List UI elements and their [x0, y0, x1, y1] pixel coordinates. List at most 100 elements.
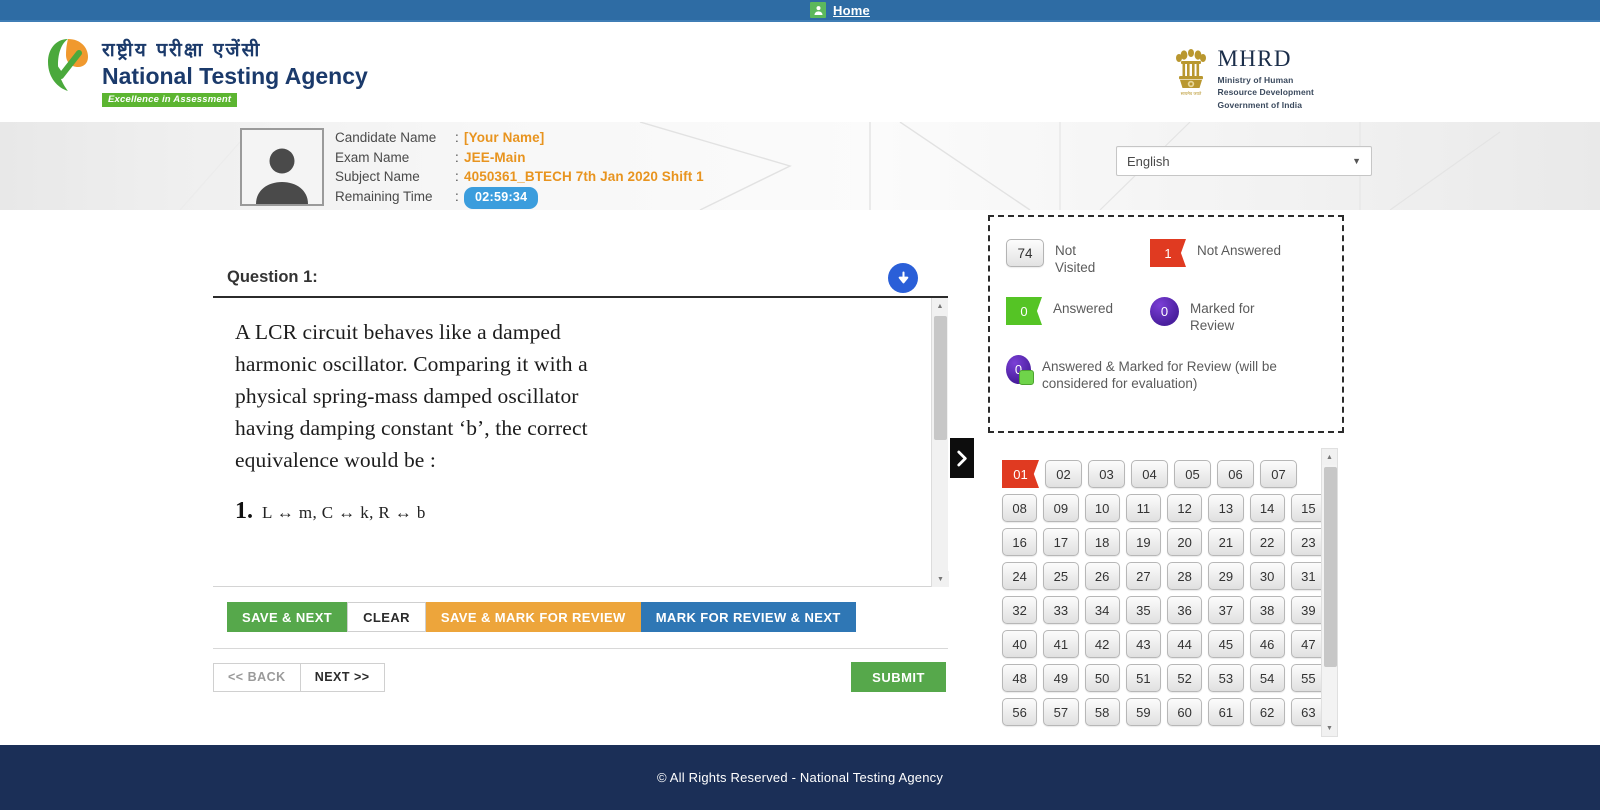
candidate-row: Exam Name : JEE-Main: [335, 148, 704, 168]
question-number-button-38[interactable]: 38: [1249, 596, 1285, 624]
question-number-button-29[interactable]: 29: [1208, 562, 1244, 590]
colon: :: [455, 130, 459, 145]
question-number-button-10[interactable]: 10: [1084, 494, 1120, 522]
question-number-button-42[interactable]: 42: [1084, 630, 1120, 658]
question-number-button-43[interactable]: 43: [1125, 630, 1161, 658]
question-number-button-58[interactable]: 58: [1084, 698, 1120, 726]
question-number-button-34[interactable]: 34: [1084, 596, 1120, 624]
question-number-button-46[interactable]: 46: [1249, 630, 1285, 658]
question-number-button-37[interactable]: 37: [1208, 596, 1244, 624]
mhrd-line-1: Ministry of Human: [1217, 75, 1294, 85]
mhrd-title: MHRD: [1217, 46, 1292, 71]
question-number-button-12[interactable]: 12: [1167, 494, 1203, 522]
question-number-button-21[interactable]: 21: [1208, 528, 1244, 556]
next-button[interactable]: NEXT >>: [299, 662, 385, 692]
question-number-button-08[interactable]: 08: [1002, 494, 1038, 522]
scroll-up-arrow-icon[interactable]: ▲: [932, 298, 948, 314]
question-number-button-48[interactable]: 48: [1002, 664, 1038, 692]
question-palette: 01 02 03 04 05 06 07 08 09 10 11 12 13 14 15 16 17 18 19 20…: [1000, 448, 1344, 737]
subject-name-label: Subject Name: [335, 169, 420, 184]
save-and-next-button[interactable]: SAVE & NEXT: [227, 602, 348, 632]
question-number-button-17[interactable]: 17: [1043, 528, 1079, 556]
not-answered-badge: 1: [1150, 239, 1186, 267]
india-emblem-icon: सत्यमेव जयते: [1173, 46, 1209, 100]
question-number-button-41[interactable]: 41: [1043, 630, 1079, 658]
question-number-button-62[interactable]: 62: [1249, 698, 1285, 726]
option-item[interactable]: 1. L ↔ m, C ↔ k, R ↔ b: [235, 498, 908, 525]
question-number-button-06[interactable]: 06: [1217, 460, 1254, 488]
question-number-button-19[interactable]: 19: [1125, 528, 1161, 556]
question-number-button-45[interactable]: 45: [1208, 630, 1244, 658]
question-panel: Question 1: A LCR circuit behaves like a…: [213, 256, 949, 692]
question-number-button-22[interactable]: 22: [1249, 528, 1285, 556]
question-number-button-30[interactable]: 30: [1249, 562, 1285, 590]
exam-name-label: Exam Name: [335, 149, 410, 165]
question-number-button-18[interactable]: 18: [1084, 528, 1120, 556]
nta-leaf-logo-icon: [44, 36, 92, 94]
subject-name-value: 4050361_BTECH 7th Jan 2020 Shift 1: [464, 169, 704, 184]
question-number-button-20[interactable]: 20: [1167, 528, 1203, 556]
legend-label: Answered: [1053, 301, 1114, 316]
scrollbar-thumb[interactable]: [934, 316, 947, 440]
palette-row: 16 17 18 19 20 21 22 23: [1002, 528, 1326, 556]
question-number-button-16[interactable]: 16: [1002, 528, 1038, 556]
back-button[interactable]: << BACK: [213, 662, 300, 692]
question-number-button-56[interactable]: 56: [1002, 698, 1038, 726]
submit-button[interactable]: SUBMIT: [851, 662, 946, 692]
answered-badge: 0: [1006, 297, 1042, 325]
download-circle-icon[interactable]: [888, 263, 918, 293]
question-number-button-35[interactable]: 35: [1125, 596, 1161, 624]
question-number-button-32[interactable]: 32: [1002, 596, 1038, 624]
question-number-button-50[interactable]: 50: [1084, 664, 1120, 692]
question-number-button-60[interactable]: 60: [1167, 698, 1203, 726]
remaining-time-label: Remaining Time: [335, 188, 433, 204]
question-number-button-27[interactable]: 27: [1125, 562, 1161, 590]
palette-row: 24 25 26 27 28 29 30 31: [1002, 562, 1326, 590]
question-number-button-14[interactable]: 14: [1249, 494, 1285, 522]
save-and-mark-for-review-button[interactable]: SAVE & MARK FOR REVIEW: [425, 602, 641, 632]
nta-logo: राष्ट्रीय परीक्षा एजेंसी National Testin…: [44, 36, 368, 108]
question-number-button-09[interactable]: 09: [1043, 494, 1079, 522]
palette-row: 01 02 03 04 05 06 07: [1002, 460, 1326, 488]
language-select[interactable]: English ▼: [1116, 146, 1372, 176]
candidate-details: Candidate Name : [Your Name] Exam Name :…: [335, 128, 704, 209]
question-number-button-25[interactable]: 25: [1043, 562, 1079, 590]
question-number-button-59[interactable]: 59: [1125, 698, 1161, 726]
question-scrollbar[interactable]: ▲ ▼: [931, 298, 949, 587]
panel-collapse-toggle[interactable]: [950, 438, 974, 478]
question-number-button-44[interactable]: 44: [1167, 630, 1203, 658]
question-number-button-02[interactable]: 02: [1045, 460, 1082, 488]
avatar: [240, 128, 324, 206]
question-number-button-51[interactable]: 51: [1125, 664, 1161, 692]
palette-scrollbar[interactable]: ▲ ▼: [1321, 448, 1338, 737]
scroll-down-arrow-icon[interactable]: ▼: [932, 571, 949, 587]
home-link[interactable]: Home: [833, 3, 870, 18]
question-number-button-11[interactable]: 11: [1125, 494, 1161, 522]
question-number-button-57[interactable]: 57: [1043, 698, 1079, 726]
question-number-button-24[interactable]: 24: [1002, 562, 1038, 590]
palette-row: 56 57 58 59 60 61 62 63: [1002, 698, 1326, 726]
question-number-button-52[interactable]: 52: [1167, 664, 1203, 692]
question-number-button-07[interactable]: 07: [1260, 460, 1297, 488]
scroll-up-arrow-icon[interactable]: ▲: [1322, 449, 1337, 465]
question-number-button-61[interactable]: 61: [1208, 698, 1244, 726]
legend-item-marked-for-review: 0 Marked for Review: [1150, 297, 1342, 334]
question-number-button-04[interactable]: 04: [1131, 460, 1168, 488]
clear-button[interactable]: CLEAR: [347, 602, 426, 632]
question-number-button-33[interactable]: 33: [1043, 596, 1079, 624]
question-number-button-26[interactable]: 26: [1084, 562, 1120, 590]
question-number-button-53[interactable]: 53: [1208, 664, 1244, 692]
question-number-button-28[interactable]: 28: [1167, 562, 1203, 590]
mark-for-review-and-next-button[interactable]: MARK FOR REVIEW & NEXT: [640, 602, 856, 632]
marked-for-review-badge: 0: [1150, 297, 1179, 326]
question-number-button-13[interactable]: 13: [1208, 494, 1244, 522]
question-number-button-01[interactable]: 01: [1002, 460, 1039, 488]
scroll-down-arrow-icon[interactable]: ▼: [1322, 720, 1337, 736]
question-number-button-03[interactable]: 03: [1088, 460, 1125, 488]
question-number-button-05[interactable]: 05: [1174, 460, 1211, 488]
question-number-button-40[interactable]: 40: [1002, 630, 1038, 658]
question-number-button-49[interactable]: 49: [1043, 664, 1079, 692]
question-number-button-36[interactable]: 36: [1167, 596, 1203, 624]
question-number-button-54[interactable]: 54: [1249, 664, 1285, 692]
scrollbar-thumb[interactable]: [1324, 467, 1337, 667]
